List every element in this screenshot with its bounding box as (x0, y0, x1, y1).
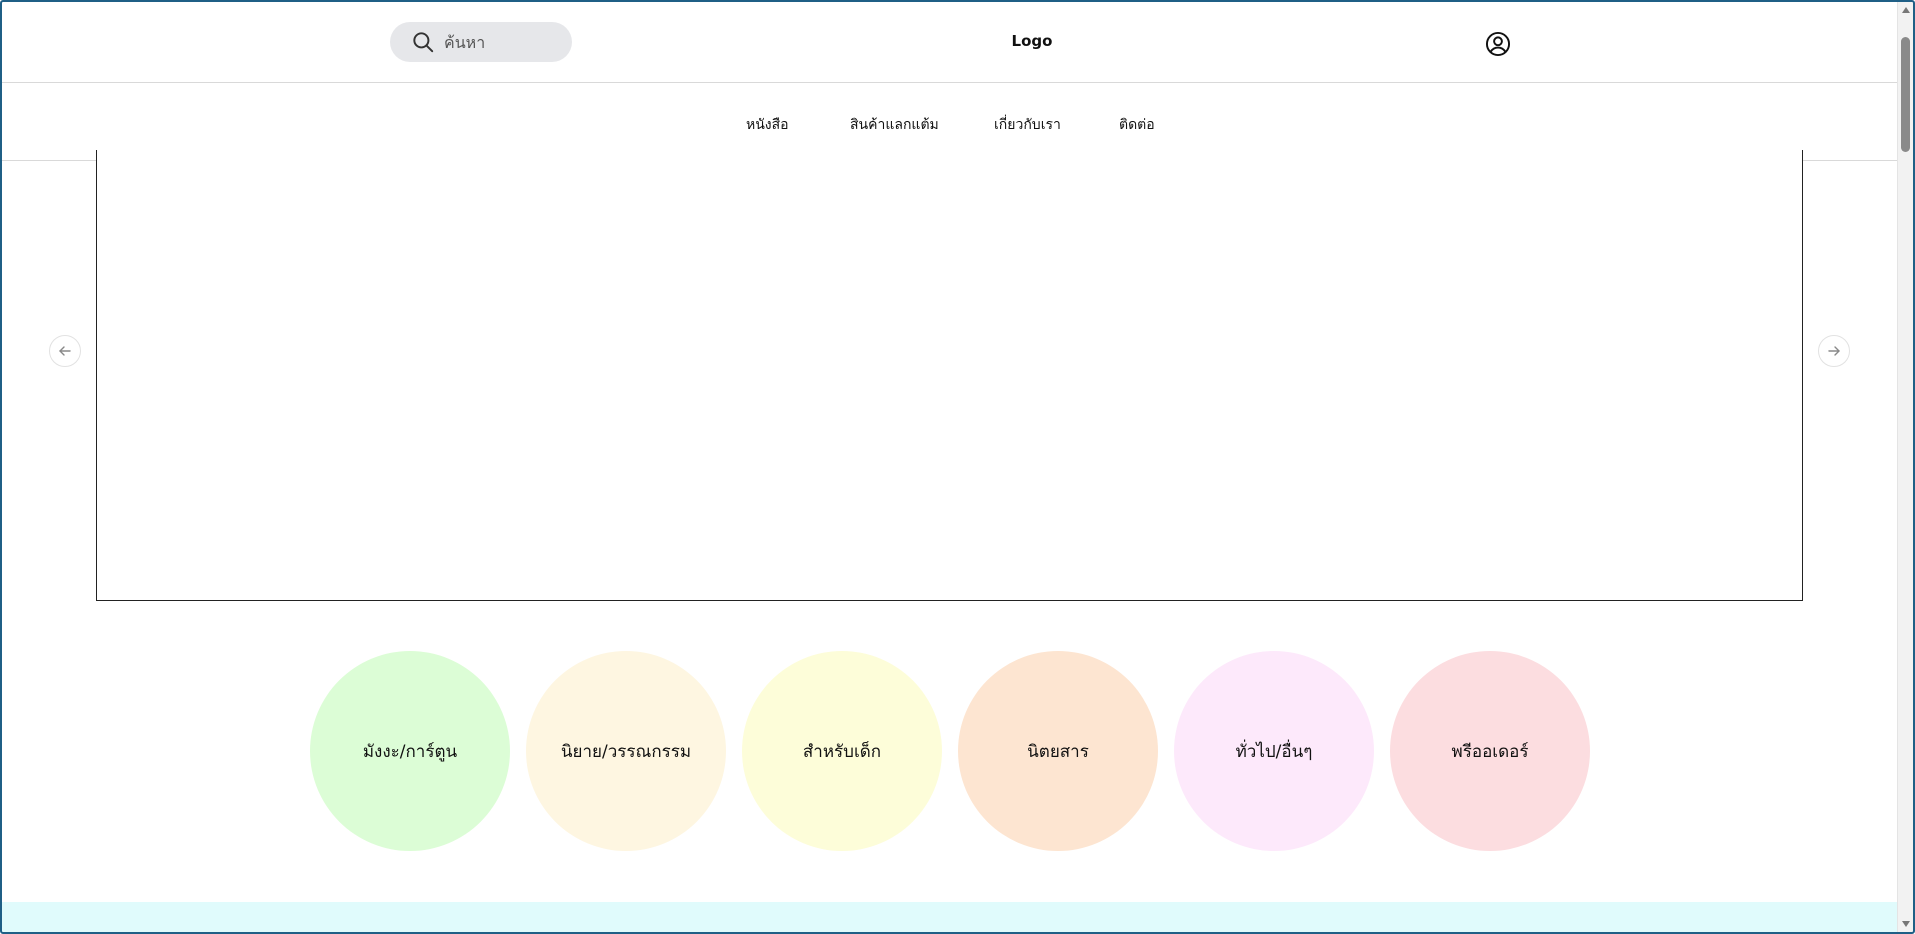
category-label: สำหรับเด็ก (802, 741, 882, 762)
arrow-left-icon (59, 346, 71, 356)
category-label: ทั่วไป/อื่นๆ (1235, 741, 1313, 762)
scroll-thumb[interactable] (1901, 37, 1910, 152)
category-label: นิตยสาร (1027, 741, 1089, 762)
top-header: Logo (2, 2, 1898, 83)
category-label: นิยาย/วรรณกรรม (560, 741, 692, 762)
category-label: มังงะ/การ์ตูน (362, 741, 458, 762)
arrow-right-icon (1828, 346, 1840, 356)
category-kids[interactable]: สำหรับเด็ก (742, 651, 942, 851)
category-novels-literature[interactable]: นิยาย/วรรณกรรม (526, 651, 726, 851)
logo[interactable]: Logo (982, 32, 1082, 50)
banner-carousel[interactable] (96, 150, 1803, 601)
category-magazines[interactable]: นิตยสาร (958, 651, 1158, 851)
category-label: พรีออเดอร์ (1451, 741, 1529, 762)
search-icon (413, 32, 434, 53)
footer-strip (2, 902, 1898, 932)
nav-item-reward-products[interactable]: สินค้าแลกแต้ม (850, 114, 939, 136)
nav-item-about-us[interactable]: เกี่ยวกับเรา (994, 114, 1061, 136)
carousel-prev-button[interactable] (49, 335, 81, 367)
scroll-down-icon[interactable] (1902, 921, 1910, 927)
search-input[interactable] (444, 32, 554, 52)
category-general-other[interactable]: ทั่วไป/อื่นๆ (1174, 651, 1374, 851)
category-manga-comics[interactable]: มังงะ/การ์ตูน (310, 651, 510, 851)
nav-item-books[interactable]: หนังสือ (746, 114, 789, 136)
nav-item-contact[interactable]: ติดต่อ (1119, 114, 1155, 136)
category-pre-order[interactable]: พรีออเดอร์ (1390, 651, 1590, 851)
carousel-next-button[interactable] (1818, 335, 1850, 367)
scroll-up-icon[interactable] (1902, 7, 1910, 13)
vertical-scrollbar[interactable] (1897, 2, 1913, 932)
search-box[interactable] (390, 22, 572, 62)
user-account-icon[interactable] (1485, 31, 1511, 57)
